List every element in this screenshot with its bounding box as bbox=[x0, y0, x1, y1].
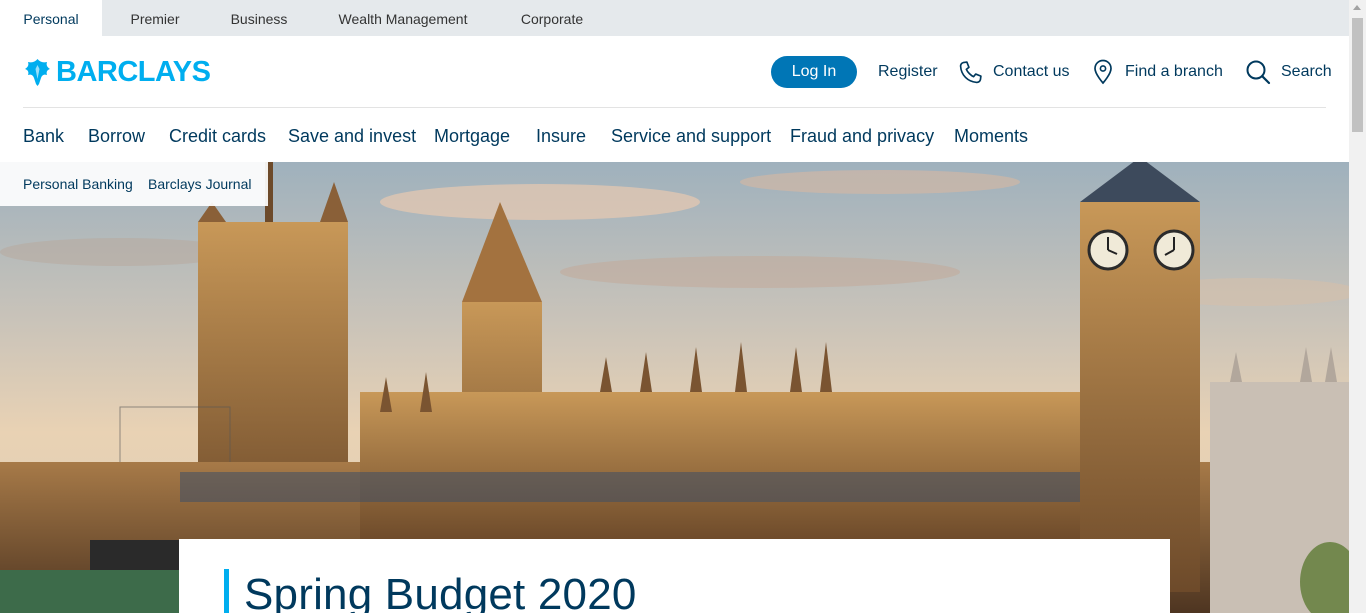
scrollbar-thumb[interactable] bbox=[1352, 18, 1363, 132]
page-title: Spring Budget 2020 bbox=[244, 570, 637, 613]
find-branch-link[interactable]: Find a branch bbox=[1091, 56, 1223, 88]
phone-icon bbox=[959, 60, 982, 83]
sub-navigation: Personal Banking Barclays Journal bbox=[0, 162, 268, 206]
subnav-personal-banking[interactable]: Personal Banking bbox=[23, 176, 133, 192]
segment-wealth-management[interactable]: Wealth Management bbox=[326, 0, 480, 36]
contact-us-label: Contact us bbox=[993, 63, 1070, 80]
barclays-logo[interactable]: BARCLAYS bbox=[23, 56, 211, 88]
subnav-barclays-journal[interactable]: Barclays Journal bbox=[148, 176, 252, 192]
segment-premier[interactable]: Premier bbox=[112, 0, 198, 36]
nav-insure[interactable]: Insure bbox=[536, 124, 586, 148]
search-link[interactable]: Search bbox=[1245, 56, 1332, 88]
site-header: BARCLAYS Log In Register Contact us Find… bbox=[0, 36, 1349, 162]
title-accent-bar bbox=[224, 569, 229, 613]
segment-personal[interactable]: Personal bbox=[0, 0, 102, 36]
nav-credit-cards[interactable]: Credit cards bbox=[169, 124, 266, 148]
vertical-scrollbar[interactable] bbox=[1349, 0, 1366, 613]
contact-us-link[interactable]: Contact us bbox=[958, 56, 1069, 88]
register-label: Register bbox=[878, 63, 938, 80]
search-icon bbox=[1246, 60, 1271, 85]
headline-card: Spring Budget 2020 bbox=[179, 539, 1170, 613]
nav-service-and-support[interactable]: Service and support bbox=[611, 124, 771, 148]
nav-fraud-and-privacy[interactable]: Fraud and privacy bbox=[790, 124, 934, 148]
find-branch-label: Find a branch bbox=[1125, 63, 1223, 80]
nav-mortgage[interactable]: Mortgage bbox=[434, 124, 510, 148]
nav-borrow[interactable]: Borrow bbox=[88, 124, 145, 148]
segment-bar: Personal Premier Business Wealth Managem… bbox=[0, 0, 1349, 36]
register-link[interactable]: Register bbox=[878, 56, 938, 88]
nav-bank[interactable]: Bank bbox=[23, 124, 64, 148]
logo-wordmark: BARCLAYS bbox=[56, 56, 211, 88]
search-label: Search bbox=[1281, 63, 1332, 80]
nav-moments[interactable]: Moments bbox=[954, 124, 1028, 148]
location-pin-icon bbox=[1094, 59, 1112, 85]
nav-save-and-invest[interactable]: Save and invest bbox=[288, 124, 416, 148]
segment-corporate[interactable]: Corporate bbox=[506, 0, 598, 36]
eagle-icon bbox=[25, 59, 50, 86]
header-divider bbox=[23, 107, 1326, 108]
login-button[interactable]: Log In bbox=[771, 56, 857, 88]
scroll-up-arrow-icon[interactable] bbox=[1353, 5, 1361, 10]
segment-business[interactable]: Business bbox=[214, 0, 304, 36]
